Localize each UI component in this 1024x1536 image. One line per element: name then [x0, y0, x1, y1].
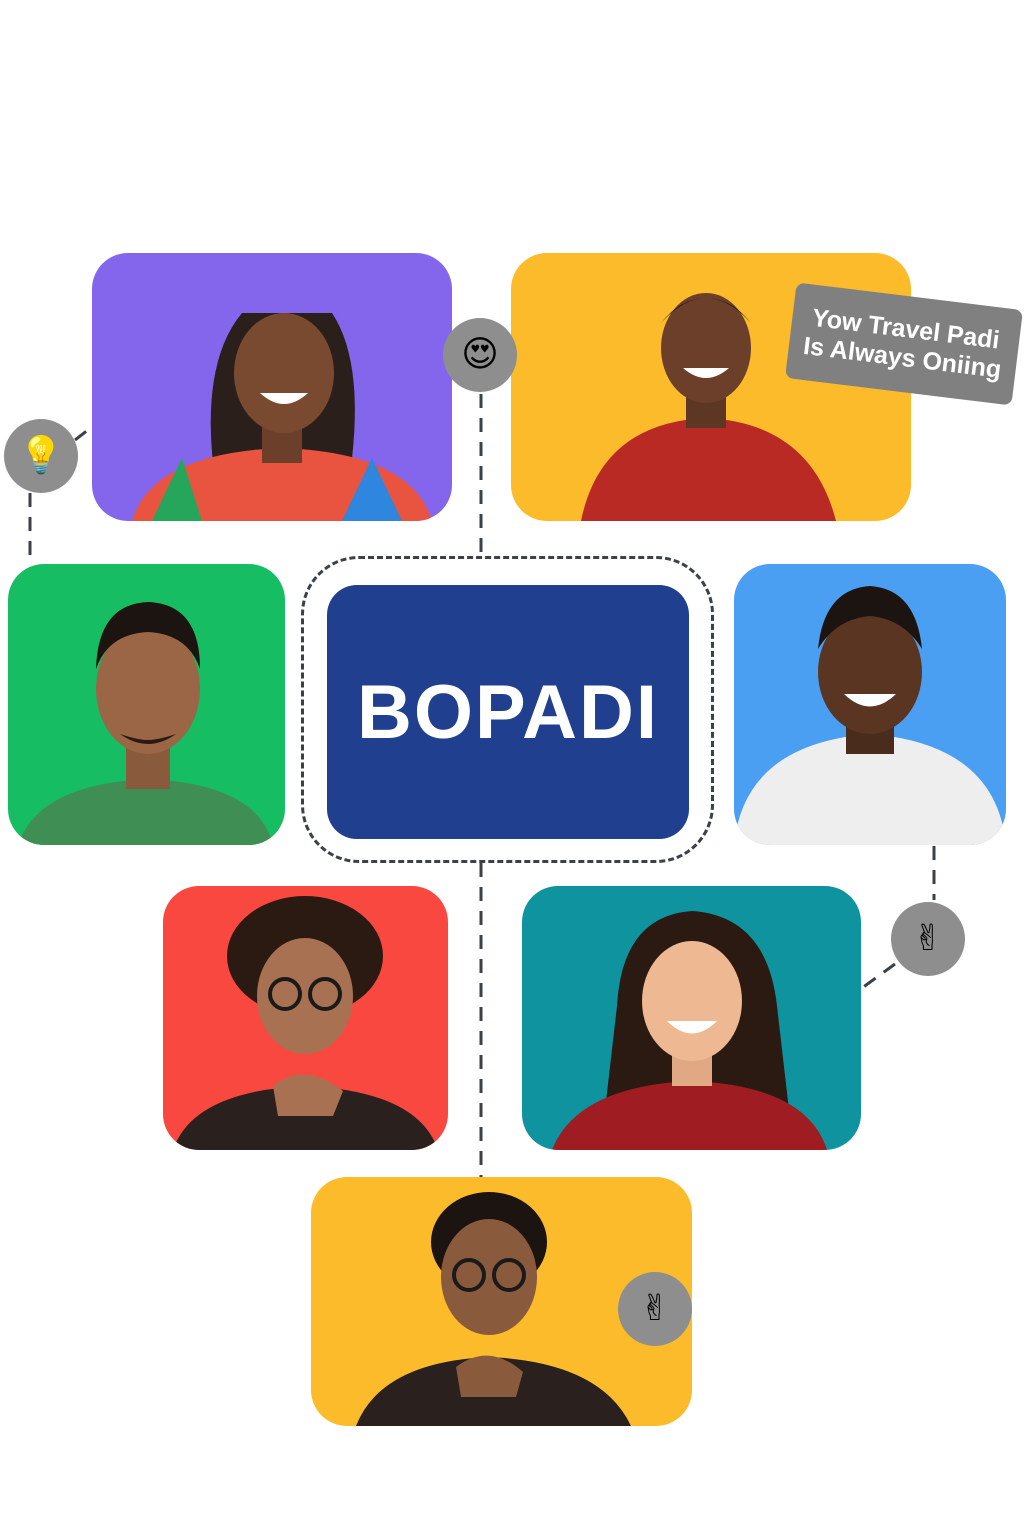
person-photo — [522, 886, 861, 1150]
profile-card-green[interactable] — [8, 564, 285, 845]
brand-name: BOPADI — [357, 669, 659, 755]
lightbulb-icon: 💡 — [4, 419, 78, 493]
person-photo — [92, 253, 452, 521]
person-photo — [163, 886, 448, 1150]
peace-hand-icon: ✌ — [618, 1272, 692, 1346]
profile-card-teal[interactable] — [522, 886, 861, 1150]
profile-card-blue[interactable] — [734, 564, 1006, 845]
peace-hand-icon: ✌ — [891, 902, 965, 976]
heart-eyes-face-icon: 😍 — [443, 318, 517, 392]
profile-card-red[interactable] — [163, 886, 448, 1150]
profile-card-purple[interactable] — [92, 253, 452, 521]
person-photo — [734, 564, 1006, 845]
brand-logo[interactable]: BOPADI — [327, 585, 689, 839]
person-photo — [8, 564, 285, 845]
